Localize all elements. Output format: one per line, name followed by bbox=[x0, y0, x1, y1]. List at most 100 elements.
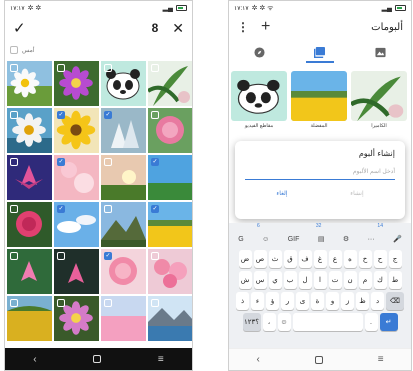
photo-tile-blue-sky[interactable]: ✓ bbox=[54, 202, 99, 247]
keyboard-tool[interactable]: ⚙ bbox=[343, 235, 349, 243]
key[interactable]: ي bbox=[268, 271, 282, 289]
checkbox-empty-icon[interactable] bbox=[10, 205, 18, 213]
key[interactable]: ج bbox=[388, 250, 402, 268]
key[interactable]: ؟١٢٣ bbox=[242, 313, 261, 331]
suggestion-item[interactable]: 14 bbox=[377, 223, 383, 231]
tab-explore[interactable] bbox=[239, 41, 279, 63]
photo-tile-orchid[interactable] bbox=[54, 296, 99, 341]
photo-tile-pink-lotus-blue[interactable] bbox=[7, 155, 52, 200]
key[interactable]: ص bbox=[253, 250, 267, 268]
key[interactable]: ه bbox=[343, 250, 357, 268]
photo-tile-lotus-green[interactable] bbox=[7, 249, 52, 294]
keyboard-tool[interactable]: 🎤 bbox=[393, 235, 402, 243]
checkbox-checked-icon[interactable]: ✓ bbox=[151, 158, 159, 166]
album-item[interactable]: الكاميرا bbox=[351, 71, 407, 129]
photo-tile-pink-bouquet[interactable] bbox=[148, 249, 192, 294]
photo-tile-pink-peony[interactable] bbox=[148, 108, 192, 153]
photo-tile-sunflower[interactable] bbox=[7, 108, 52, 153]
home-icon[interactable] bbox=[314, 355, 323, 364]
cancel-button[interactable]: إلغاء bbox=[276, 190, 287, 197]
keyboard-tool[interactable]: GIF bbox=[288, 236, 300, 243]
key[interactable]: د bbox=[371, 292, 384, 310]
album-item[interactable]: مقاطع الفيديو bbox=[231, 71, 287, 129]
keyboard-tool[interactable]: ··· bbox=[368, 236, 375, 243]
checkbox-empty-icon[interactable] bbox=[151, 299, 159, 307]
checkbox-empty-icon[interactable] bbox=[151, 252, 159, 260]
checkbox-empty-icon[interactable] bbox=[151, 64, 159, 72]
key[interactable]: ة bbox=[311, 292, 324, 310]
checkbox-empty-icon[interactable] bbox=[10, 111, 18, 119]
photo-tile-grass-sky[interactable]: ✓ bbox=[148, 155, 192, 200]
key[interactable]: ل bbox=[298, 271, 312, 289]
photo-tile-rose-pink[interactable]: ✓ bbox=[101, 249, 146, 294]
checkbox-checked-icon[interactable]: ✓ bbox=[57, 158, 65, 166]
checkbox-checked-icon[interactable]: ✓ bbox=[104, 252, 112, 260]
checkbox-checked-icon[interactable]: ✓ bbox=[57, 111, 65, 119]
key[interactable]: ت bbox=[328, 271, 342, 289]
checkbox-empty-icon[interactable] bbox=[10, 299, 18, 307]
photo-tile-daisy[interactable] bbox=[7, 61, 52, 106]
enter-key[interactable]: ↵ bbox=[379, 313, 398, 331]
checkbox-empty-icon[interactable] bbox=[104, 205, 112, 213]
suggestion-item[interactable]: 32 bbox=[316, 223, 322, 231]
checkbox-empty-icon[interactable] bbox=[57, 299, 65, 307]
photo-tile-lake[interactable] bbox=[148, 296, 192, 341]
key[interactable]: ك bbox=[373, 271, 387, 289]
recents-icon[interactable]: ≡ bbox=[158, 354, 164, 365]
photo-tile-yellow-sunflower[interactable]: ✓ bbox=[54, 108, 99, 153]
keyboard-tool[interactable]: ☺ bbox=[262, 236, 269, 243]
key[interactable]: ق bbox=[283, 250, 297, 268]
recents-icon[interactable]: ≡ bbox=[378, 354, 384, 365]
back-icon[interactable]: ‹ bbox=[33, 354, 36, 365]
photo-tile-lilies[interactable]: ✓ bbox=[101, 108, 146, 153]
photo-tile-panda[interactable] bbox=[101, 61, 146, 106]
key[interactable]: ر bbox=[281, 292, 294, 310]
key[interactable]: س bbox=[253, 271, 267, 289]
tab-albums[interactable] bbox=[300, 41, 340, 63]
create-button[interactable]: إنشاء bbox=[350, 190, 363, 197]
checkbox-empty-icon[interactable] bbox=[104, 299, 112, 307]
key[interactable]: م bbox=[358, 271, 372, 289]
keyboard-tool[interactable]: G bbox=[238, 236, 243, 243]
space-key[interactable] bbox=[292, 313, 363, 331]
photo-tile-yellow-grass[interactable] bbox=[7, 296, 52, 341]
key[interactable]: ث bbox=[268, 250, 282, 268]
backspace-key[interactable]: ⌫ bbox=[386, 292, 404, 310]
key[interactable]: ف bbox=[298, 250, 312, 268]
key[interactable]: ح bbox=[373, 250, 387, 268]
photo-tile-pink-field[interactable] bbox=[101, 296, 146, 341]
photo-tile-sunrise[interactable] bbox=[101, 155, 146, 200]
checkbox-empty-icon[interactable] bbox=[151, 111, 159, 119]
key[interactable]: ؤ bbox=[266, 292, 279, 310]
check-icon[interactable]: ✓ bbox=[13, 19, 26, 37]
photo-tile-lotus-dark[interactable] bbox=[54, 249, 99, 294]
checkbox-empty-icon[interactable] bbox=[10, 64, 18, 72]
key[interactable]: ن bbox=[343, 271, 357, 289]
suggestion-item[interactable]: 6 bbox=[257, 223, 260, 231]
select-all-checkbox[interactable] bbox=[10, 46, 18, 54]
key[interactable]: ز bbox=[341, 292, 354, 310]
album-name-input[interactable]: أدخل اسم الألبوم bbox=[245, 168, 395, 180]
key[interactable]: ع bbox=[328, 250, 342, 268]
checkbox-empty-icon[interactable] bbox=[57, 64, 65, 72]
key[interactable]: خ bbox=[358, 250, 372, 268]
photo-tile-mountain[interactable] bbox=[101, 202, 146, 247]
key[interactable]: ا bbox=[313, 271, 327, 289]
close-icon[interactable]: ✕ bbox=[172, 20, 184, 37]
photo-tile-red-rose[interactable] bbox=[7, 202, 52, 247]
more-vert-icon[interactable]: ⋮ bbox=[237, 20, 249, 34]
key[interactable]: ب bbox=[283, 271, 297, 289]
key[interactable]: . bbox=[364, 313, 378, 331]
photo-tile-yellow-field[interactable]: ✓ bbox=[148, 202, 192, 247]
checkbox-checked-icon[interactable]: ✓ bbox=[57, 205, 65, 213]
key[interactable]: ض bbox=[238, 250, 252, 268]
tab-photos[interactable] bbox=[361, 41, 401, 63]
checkbox-empty-icon[interactable] bbox=[104, 64, 112, 72]
checkbox-checked-icon[interactable]: ✓ bbox=[104, 111, 112, 119]
photo-tile-green-leaves[interactable] bbox=[148, 61, 192, 106]
key[interactable]: ش bbox=[238, 271, 252, 289]
checkbox-empty-icon[interactable] bbox=[10, 252, 18, 260]
back-icon[interactable]: ‹ bbox=[256, 354, 259, 365]
key[interactable]: ى bbox=[296, 292, 309, 310]
checkbox-empty-icon[interactable] bbox=[10, 158, 18, 166]
